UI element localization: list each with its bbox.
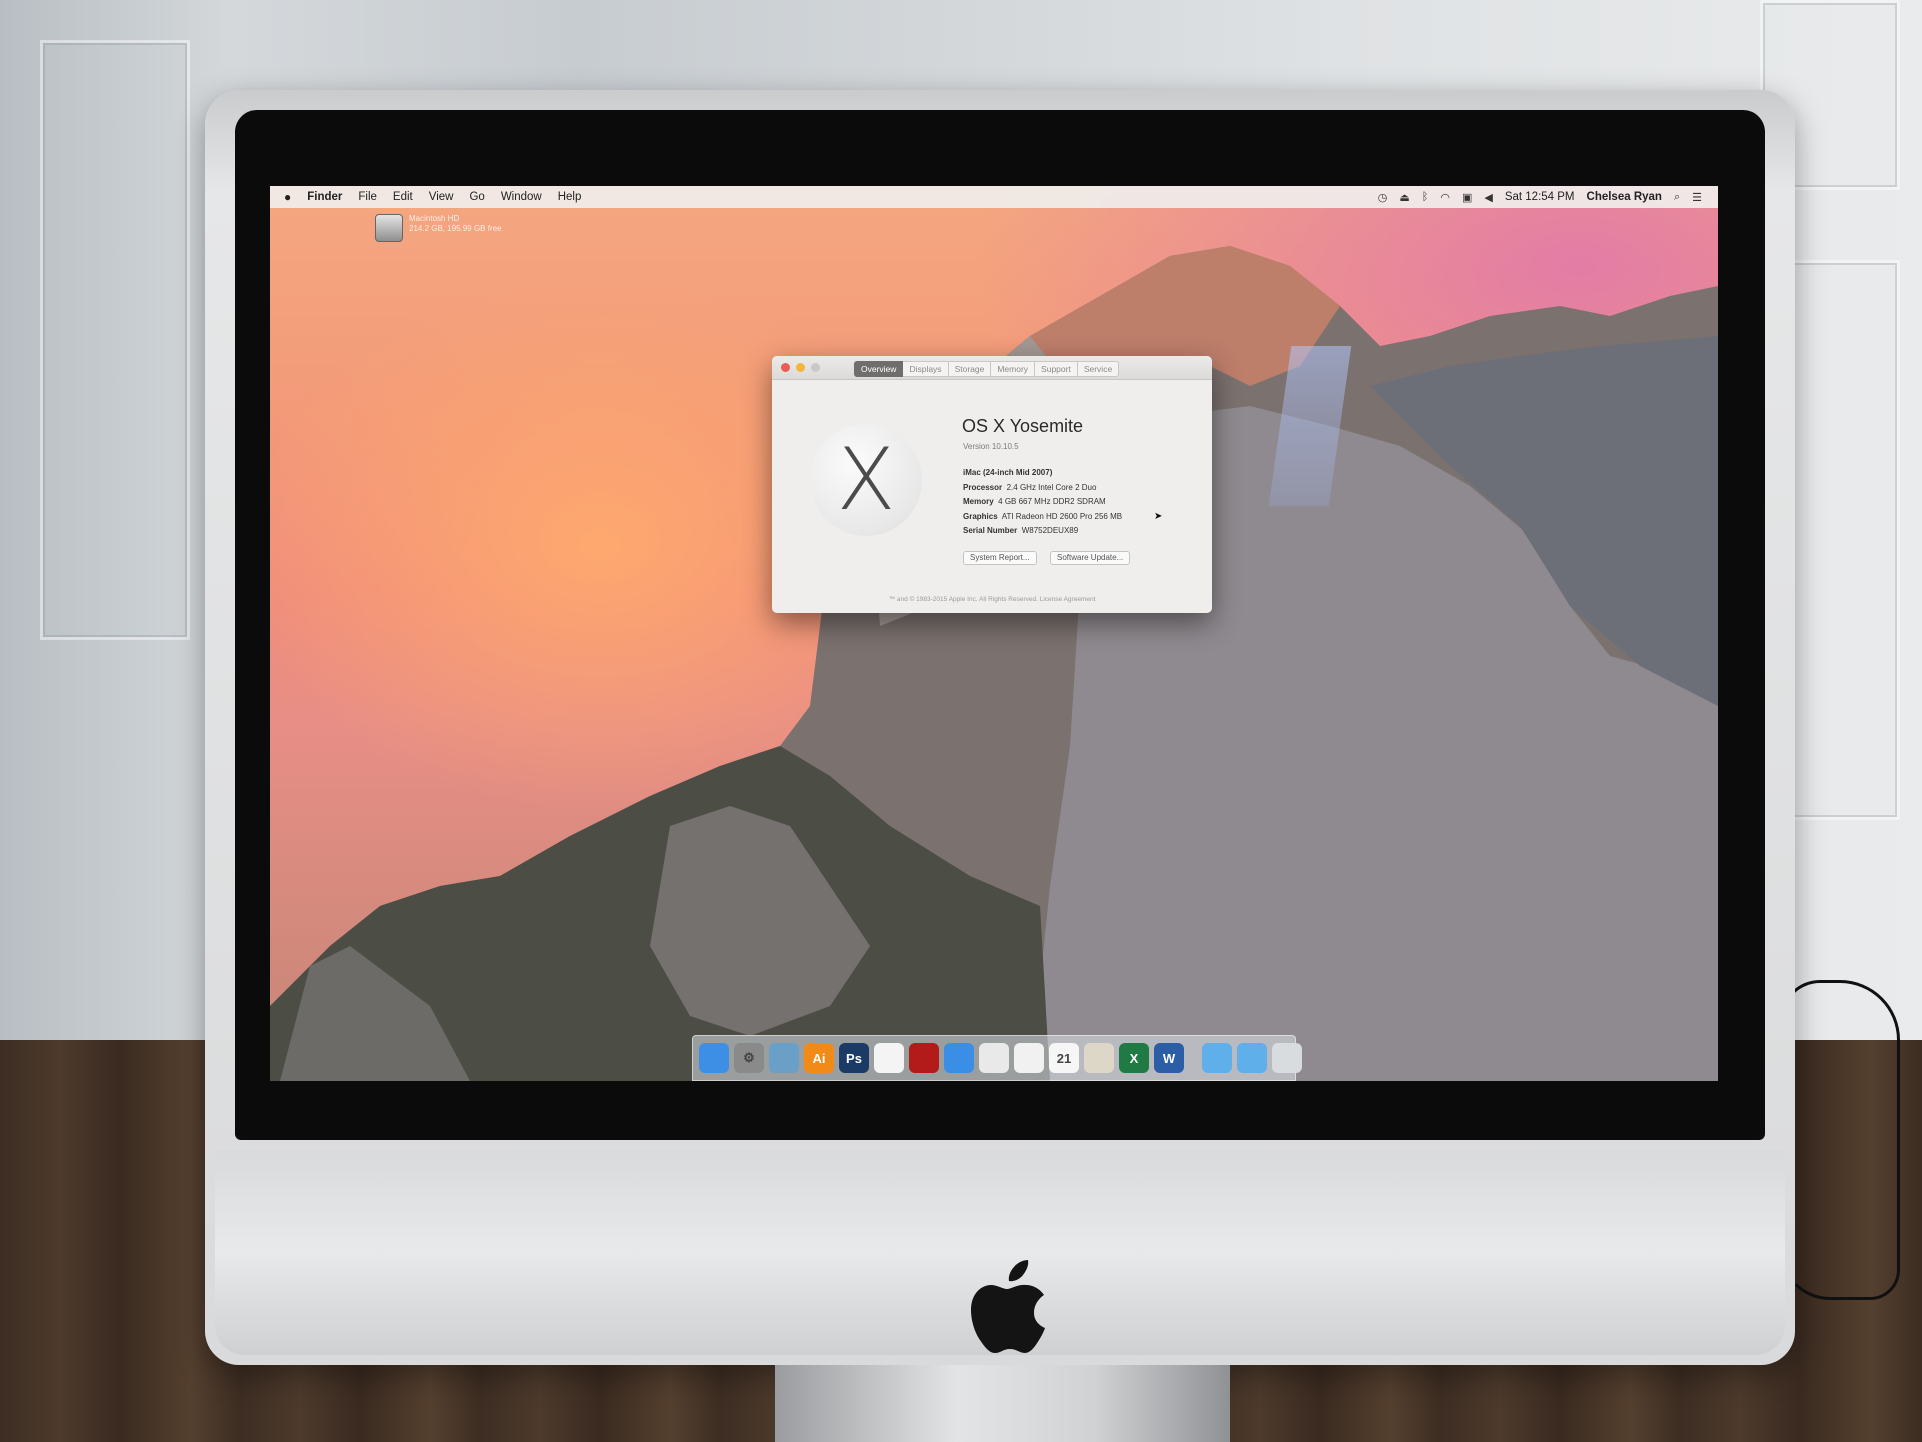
imac-chin	[215, 1150, 1785, 1355]
dock-chrome-icon[interactable]	[979, 1043, 1009, 1073]
menu-bar: ● Finder File Edit View Go Window Help ◷…	[270, 186, 1718, 208]
software-update-button[interactable]: Software Update...	[1050, 551, 1131, 565]
tab-bar: Overview Displays Storage Memory Support…	[854, 361, 1120, 377]
dock-photoshop-icon[interactable]: Ps	[839, 1043, 869, 1073]
dock-notes-icon[interactable]	[1084, 1043, 1114, 1073]
dock-excel-icon[interactable]: X	[1119, 1043, 1149, 1073]
power-cable	[1780, 980, 1900, 1300]
volume-icon[interactable]: ◀	[1484, 191, 1492, 204]
dock-acrobat-icon[interactable]	[909, 1043, 939, 1073]
window-titlebar: Overview Displays Storage Memory Support…	[772, 356, 1212, 380]
menu-window[interactable]: Window	[501, 191, 542, 203]
dock-word-icon[interactable]: W	[1154, 1043, 1184, 1073]
dock-applications-folder-icon[interactable]	[1202, 1043, 1232, 1073]
processor-label: Processor	[963, 482, 1003, 492]
memory-label: Memory	[963, 497, 994, 506]
display-icon[interactable]: ▣	[1462, 191, 1472, 204]
dock-preview-icon[interactable]	[769, 1043, 799, 1073]
disk-name: Macintosh HD	[409, 214, 460, 223]
copyright-text: ™ and © 1983-2015 Apple Inc. All Rights …	[888, 596, 1096, 603]
spotlight-search-icon[interactable]: ⌕	[1674, 191, 1680, 204]
menu-finder[interactable]: Finder	[307, 191, 342, 203]
menu-clock[interactable]: Sat 12:54 PM	[1505, 191, 1575, 203]
imac-stand	[775, 1365, 1230, 1442]
apple-logo-icon	[971, 1260, 1045, 1353]
minimize-button[interactable]	[796, 363, 805, 372]
menu-edit[interactable]: Edit	[393, 191, 413, 203]
menu-help[interactable]: Help	[558, 191, 582, 203]
os-x-logo-icon: X	[810, 424, 922, 536]
dock-system-preferences-icon[interactable]: ⚙	[734, 1043, 764, 1073]
spec-processor: Processor 2.4 GHz Intel Core 2 Duo	[963, 481, 1122, 496]
wall-panel	[40, 40, 190, 640]
time-machine-icon[interactable]: ◷	[1378, 191, 1388, 204]
dock-illustrator-icon[interactable]: Ai	[804, 1043, 834, 1073]
yosemite-wallpaper	[270, 246, 1718, 1081]
processor-value: 2.4 GHz Intel Core 2 Duo	[1006, 482, 1097, 492]
dock: ⚙ Ai Ps 21 X W	[692, 1035, 1302, 1081]
dock-trash-icon[interactable]	[1272, 1043, 1302, 1073]
spec-memory: Memory 4 GB 667 MHz DDR2 SDRAM	[963, 495, 1122, 510]
spec-graphics: Graphics ATI Radeon HD 2600 Pro 256 MB	[963, 510, 1122, 525]
tab-service[interactable]: Service	[1077, 361, 1120, 377]
bluetooth-icon[interactable]: ᛒ	[1422, 191, 1429, 203]
mouse-cursor-icon: ➤	[1154, 511, 1163, 522]
menu-user[interactable]: Chelsea Ryan	[1587, 191, 1662, 203]
screen: ● Finder File Edit View Go Window Help ◷…	[270, 186, 1718, 1081]
system-report-button[interactable]: System Report...	[963, 551, 1037, 565]
eject-icon[interactable]: ⏏	[1399, 191, 1409, 204]
tab-displays[interactable]: Displays	[903, 361, 949, 377]
dock-safari-icon[interactable]	[944, 1043, 974, 1073]
tab-support[interactable]: Support	[1035, 361, 1078, 377]
wall-panel	[1780, 260, 1900, 820]
about-this-mac-window: Overview Displays Storage Memory Support…	[772, 356, 1212, 613]
zoom-button[interactable]	[811, 363, 820, 372]
tab-overview[interactable]: Overview	[854, 361, 904, 377]
hard-drive-icon	[375, 214, 403, 242]
dock-finder-icon[interactable]	[699, 1043, 729, 1073]
spec-serial: Serial Number W8752DEUX89	[963, 524, 1122, 539]
graphics-value: ATI Radeon HD 2600 Pro 256 MB	[1001, 511, 1123, 521]
memory-value: 4 GB 667 MHz DDR2 SDRAM	[998, 497, 1106, 506]
os-version: Version 10.10.5	[963, 442, 1019, 451]
graphics-label: Graphics	[963, 511, 998, 521]
apple-menu-icon[interactable]: ●	[284, 190, 291, 204]
tab-storage[interactable]: Storage	[948, 361, 992, 377]
dock-calendar-icon[interactable]: 21	[1049, 1043, 1079, 1073]
os-title: OS X Yosemite	[962, 416, 1084, 436]
menu-file[interactable]: File	[358, 191, 377, 203]
menu-view[interactable]: View	[429, 191, 454, 203]
notification-center-icon[interactable]: ☰	[1692, 191, 1702, 204]
spec-list: iMac (24-inch Mid 2007) Processor 2.4 GH…	[963, 466, 1122, 539]
close-button[interactable]	[781, 363, 790, 372]
dock-downloads-folder-icon[interactable]	[1237, 1043, 1267, 1073]
dock-acrobat-reader-icon[interactable]	[874, 1043, 904, 1073]
model-name: iMac (24-inch Mid 2007)	[963, 468, 1053, 477]
disk-info: 214.2 GB, 195.99 GB free	[409, 224, 502, 233]
dock-textedit-icon[interactable]	[1014, 1043, 1044, 1073]
serial-value: W8752DEUX89	[1021, 526, 1079, 535]
serial-label: Serial Number	[963, 526, 1018, 535]
tab-memory[interactable]: Memory	[991, 361, 1036, 377]
menu-go[interactable]: Go	[469, 191, 484, 203]
desktop-disk-item[interactable]: Macintosh HD 214.2 GB, 195.99 GB free	[375, 214, 502, 242]
wifi-icon[interactable]: ◠	[1440, 191, 1450, 204]
